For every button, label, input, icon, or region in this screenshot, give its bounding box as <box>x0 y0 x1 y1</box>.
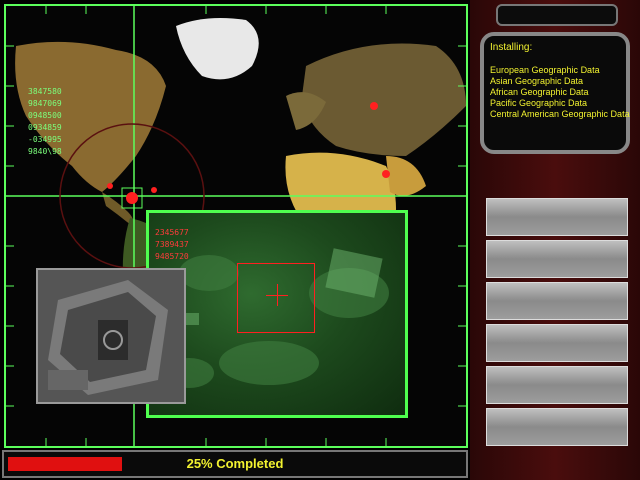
panel-slot <box>486 282 628 320</box>
marker-dot <box>370 102 378 110</box>
coordinate-readout: 3847580 9847069 0948500 0934859 -034995 … <box>28 87 62 156</box>
install-item: African Geographic Data <box>490 87 589 97</box>
install-status-screen: Installing: European Geographic Data Asi… <box>480 32 630 154</box>
marker-dot <box>126 192 138 204</box>
building-photo <box>36 268 186 404</box>
install-item: European Geographic Data <box>490 65 600 75</box>
marker-dot <box>107 183 113 189</box>
progress-bar: 25% Completed <box>2 450 468 478</box>
panel-slot <box>486 366 628 404</box>
side-panel: Installing: European Geographic Data Asi… <box>470 0 640 480</box>
panel-slot <box>486 240 628 278</box>
install-header: Installing: <box>490 42 533 53</box>
building-image <box>38 270 184 402</box>
panel-slot <box>486 324 628 362</box>
install-item: Pacific Geographic Data <box>490 98 588 108</box>
install-item: Central American Geographic Data <box>490 109 630 119</box>
marker-dot <box>151 187 157 193</box>
progress-label: 25% Completed <box>186 456 284 471</box>
panel-slot <box>486 408 628 446</box>
panel-slot <box>486 198 628 236</box>
target-coordinates: 2345677 7389437 9485720 <box>155 228 189 261</box>
install-item: Asian Geographic Data <box>490 76 584 86</box>
crosshair-icon <box>237 263 315 333</box>
panel-top-display <box>496 4 618 26</box>
marker-dot <box>382 170 390 178</box>
